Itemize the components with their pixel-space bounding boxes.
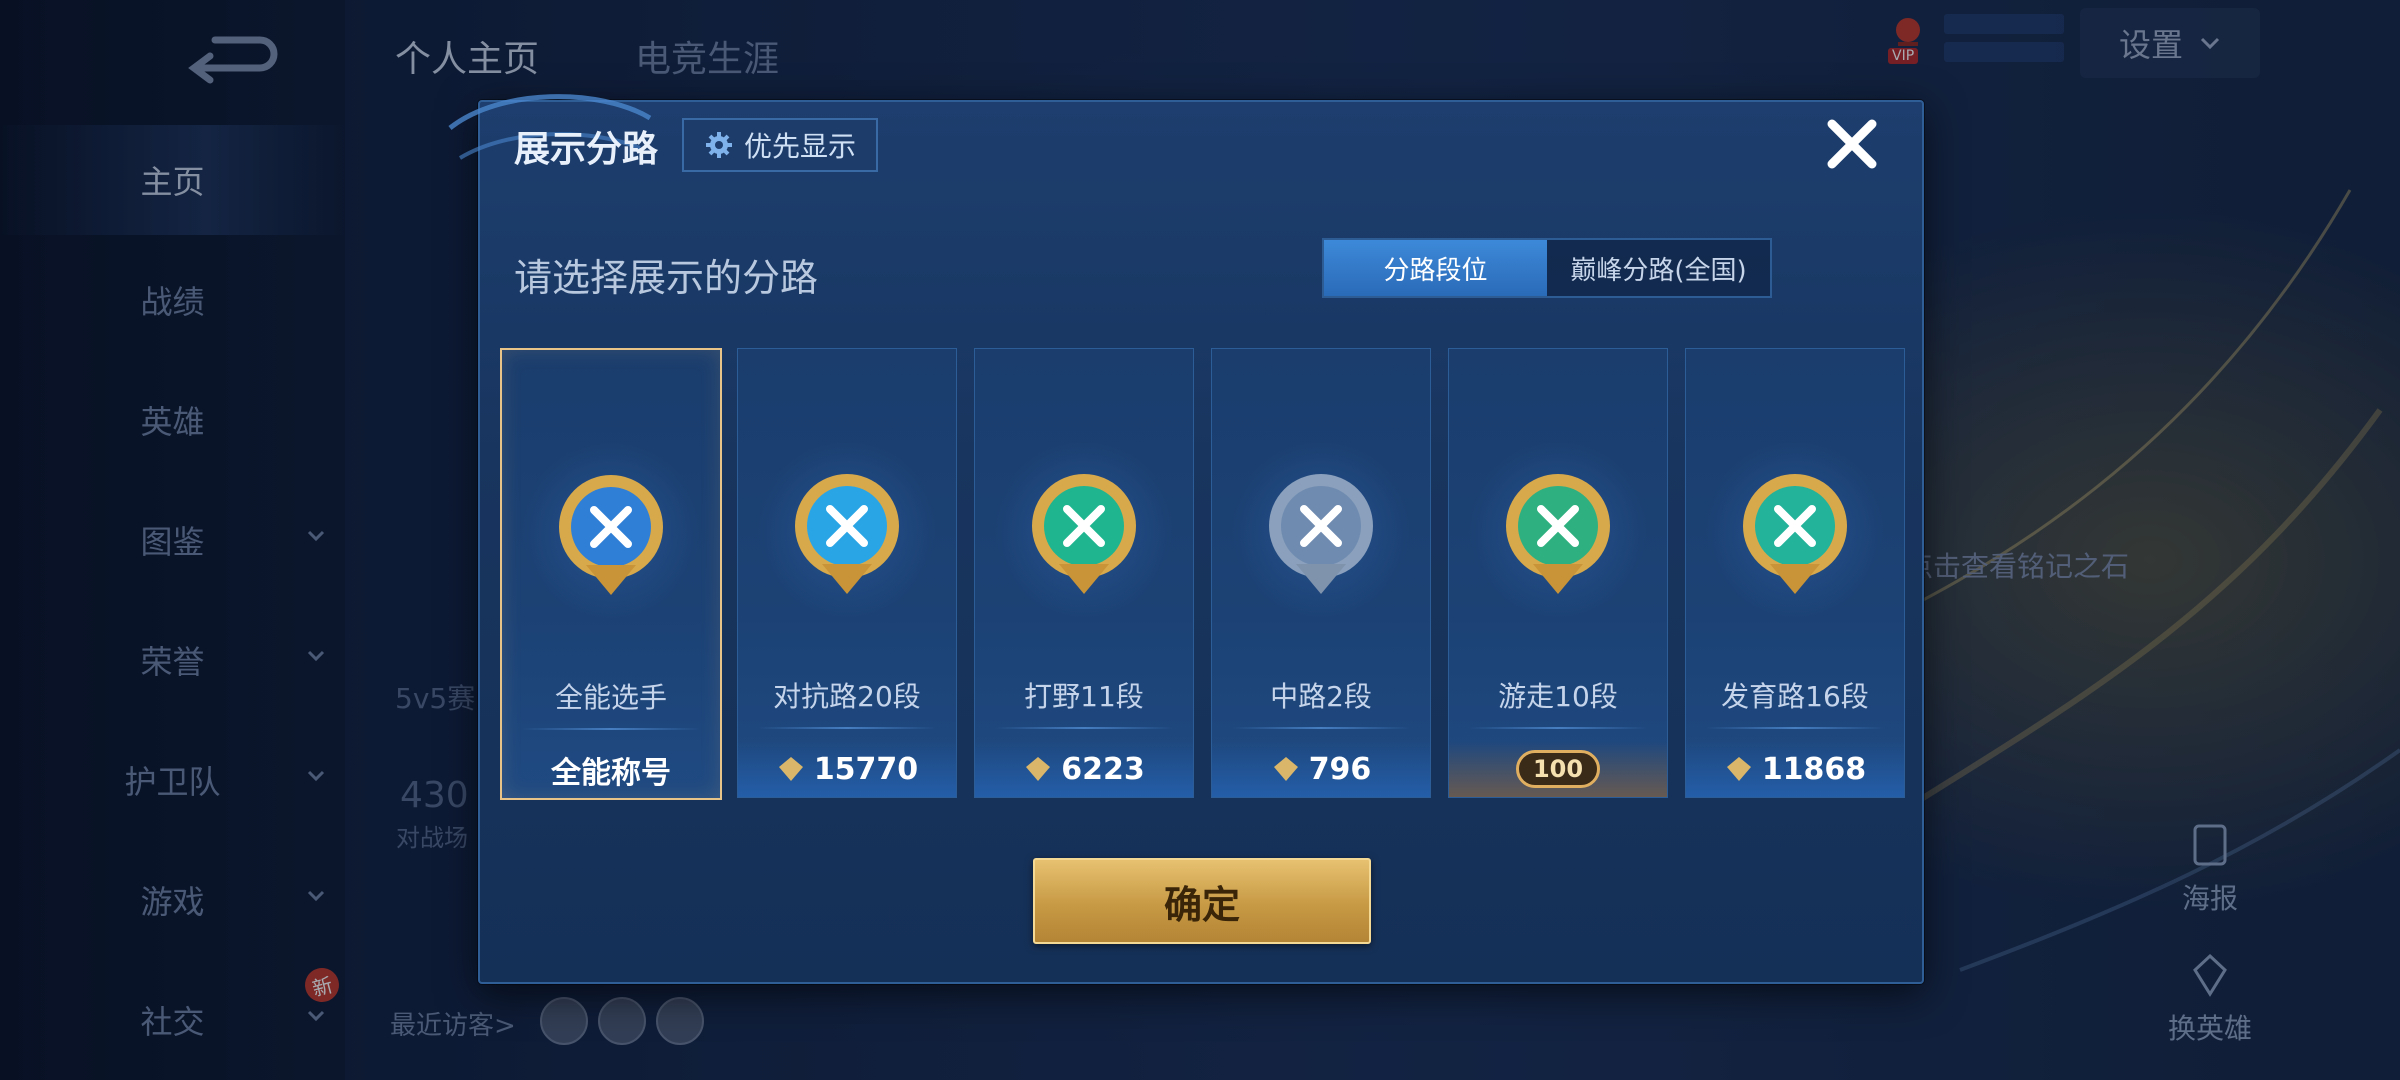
lane-type-toggle: 分路段位 巅峰分路(全国): [1322, 238, 1772, 298]
lane-emblem-icon: [1269, 474, 1373, 594]
score-value: 6223: [1061, 751, 1145, 787]
lane-card-all-rounder[interactable]: 全能选手 全能称号: [500, 348, 722, 800]
lane-card-score: 15770: [738, 741, 956, 797]
score-value: 796: [1308, 751, 1372, 787]
card-divider: [1232, 727, 1410, 729]
lane-card-score: 100: [1449, 741, 1667, 797]
lane-emblem-icon: [559, 475, 663, 595]
card-divider: [1469, 727, 1647, 729]
score-diamond-icon: [1026, 757, 1051, 781]
lane-card-jungle[interactable]: 打野11段 6223: [974, 348, 1194, 798]
lane-card-farm-lane[interactable]: 发育路16段 11868: [1685, 348, 1905, 798]
lane-emblem-icon: [1506, 474, 1610, 594]
tab-lane-rank[interactable]: 分路段位: [1324, 240, 1547, 296]
dialog-title: 展示分路: [514, 129, 659, 170]
priority-display-label: 优先显示: [744, 130, 857, 163]
lane-card-label: 游走10段: [1498, 680, 1618, 713]
game-screen: 主页 战绩 英雄 图鉴 荣誉 护卫队 游戏 社交 新 个人主页 电竞生涯 5v5…: [0, 0, 2400, 1080]
card-divider: [758, 727, 936, 729]
score-value: 15770: [813, 751, 919, 787]
lane-card-mid-lane[interactable]: 中路2段 796: [1211, 348, 1431, 798]
score-value: 全能称号: [551, 756, 671, 791]
lane-card-score: 6223: [975, 741, 1193, 797]
lane-card-roam[interactable]: 游走10段 100: [1448, 348, 1668, 798]
lane-card-clash-lane[interactable]: 对抗路20段 15770: [737, 348, 957, 798]
rank-stars-badge: 100: [1515, 750, 1601, 788]
card-divider: [522, 728, 700, 730]
confirm-button[interactable]: 确定: [1033, 858, 1371, 944]
lane-emblem-icon: [795, 474, 899, 594]
lane-emblem-icon: [1032, 474, 1136, 594]
card-divider: [995, 727, 1173, 729]
score-diamond-icon: [1726, 757, 1751, 781]
card-divider: [1706, 727, 1884, 729]
close-icon[interactable]: [1822, 114, 1882, 174]
lane-display-dialog: 展示分路 优先显示 请选择展示的分路 分路段位 巅峰分路(全国) 全能选手 全能…: [448, 94, 1924, 984]
lane-card-label: 发育路16段: [1721, 680, 1869, 713]
lane-emblem-icon: [1743, 474, 1847, 594]
score-value: 11868: [1761, 751, 1867, 787]
score-diamond-icon: [1273, 757, 1298, 781]
dialog-subtitle: 请选择展示的分路: [514, 256, 819, 300]
lane-card-label: 对抗路20段: [773, 680, 921, 713]
tab-peak-lane[interactable]: 巅峰分路(全国): [1547, 240, 1770, 296]
lane-card-label: 打野11段: [1024, 680, 1144, 713]
lane-card-label: 全能选手: [554, 681, 667, 714]
score-diamond-icon: [778, 757, 803, 781]
lane-card-score: 全能称号: [502, 742, 720, 798]
priority-display-button[interactable]: 优先显示: [682, 118, 879, 172]
lane-card-score: 11868: [1686, 741, 1904, 797]
lane-card-label: 中路2段: [1270, 680, 1372, 713]
lane-card-score: 796: [1212, 741, 1430, 797]
gear-icon: [706, 132, 732, 158]
